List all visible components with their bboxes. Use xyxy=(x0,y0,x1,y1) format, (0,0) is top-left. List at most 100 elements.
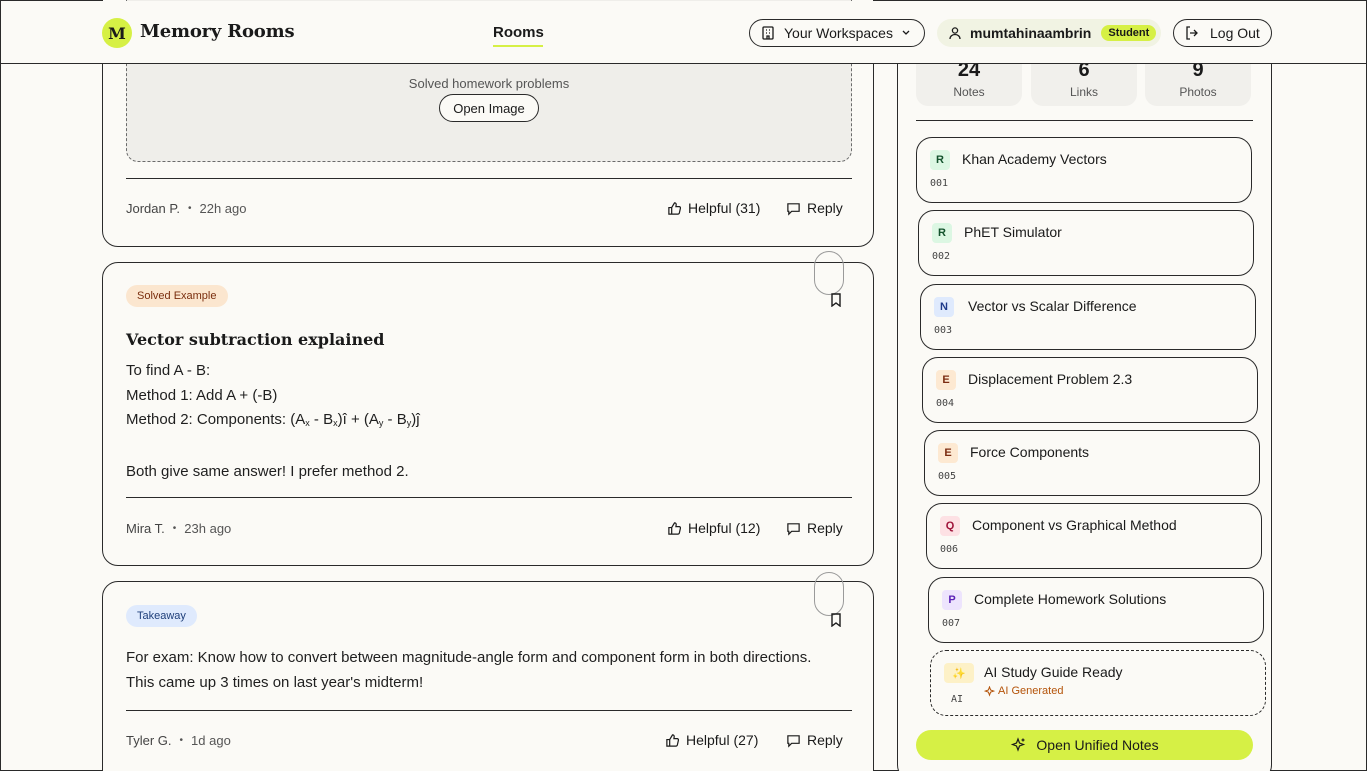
workspaces-dropdown[interactable]: Your Workspaces xyxy=(749,19,925,47)
source-number: 004 xyxy=(936,398,955,409)
unified-notes-label: Open Unified Notes xyxy=(1036,737,1159,753)
reply-button[interactable]: Reply xyxy=(786,520,843,536)
source-title: Khan Academy Vectors xyxy=(962,151,1107,167)
stat-label: Notes xyxy=(953,85,985,99)
post-card-solved-example: Solved Example Vector subtraction explai… xyxy=(102,251,874,566)
open-image-button[interactable]: Open Image xyxy=(439,94,539,122)
logo-icon[interactable]: M xyxy=(102,18,132,48)
source-title: Vector vs Scalar Difference xyxy=(968,298,1137,314)
helpful-label: Helpful (31) xyxy=(688,200,761,216)
active-tab-indicator xyxy=(493,45,543,47)
body-text: For exam: Know how to convert between ma… xyxy=(126,649,812,691)
room-sidebar: 24 Notes 6 Links 9 Photos R Khan Academy… xyxy=(897,41,1272,771)
role-badge: Student xyxy=(1101,25,1157,41)
post-author[interactable]: Tyler G. xyxy=(126,733,172,748)
thumbs-up-icon xyxy=(666,733,680,747)
post-meta: Mira T. • 23h ago xyxy=(126,521,231,536)
top-header: M Memory Rooms Rooms Your Workspaces mum… xyxy=(1,1,1366,64)
logout-icon xyxy=(1186,26,1198,40)
source-type-badge: N xyxy=(934,297,954,317)
reply-label: Reply xyxy=(807,732,843,748)
post-body: To find A - B: Method 1: Add A + (-B) Me… xyxy=(126,359,420,485)
separator-dot: • xyxy=(179,735,184,746)
helpful-button[interactable]: Helpful (12) xyxy=(667,520,760,536)
helpful-button[interactable]: Helpful (31) xyxy=(667,200,760,216)
app-name[interactable]: Memory Rooms xyxy=(140,21,295,42)
source-title: Complete Homework Solutions xyxy=(974,591,1167,607)
post-divider xyxy=(126,710,852,711)
bookmark-icon[interactable] xyxy=(830,293,842,307)
source-item-displacement[interactable]: E Displacement Problem 2.3 004 xyxy=(922,357,1258,423)
user-profile-pill[interactable]: mumtahinaambrin Student xyxy=(937,19,1161,47)
source-type-badge: E xyxy=(938,443,958,463)
source-item-khan-academy[interactable]: R Khan Academy Vectors 001 xyxy=(916,137,1252,203)
post-divider xyxy=(126,178,852,179)
source-type-badge: R xyxy=(932,223,952,243)
sparkle-icon xyxy=(984,685,995,697)
post-divider xyxy=(126,497,852,498)
post-body: For exam: Know how to convert between ma… xyxy=(126,646,826,695)
source-item-vector-scalar[interactable]: N Vector vs Scalar Difference 003 xyxy=(920,284,1256,350)
source-item-force-components[interactable]: E Force Components 005 xyxy=(924,430,1260,496)
logout-label: Log Out xyxy=(1210,25,1260,41)
source-title: Component vs Graphical Method xyxy=(972,517,1177,533)
source-item-homework-solutions[interactable]: P Complete Homework Solutions 007 xyxy=(928,577,1264,643)
post-card-takeaway: Takeaway For exam: Know how to convert b… xyxy=(102,572,874,771)
source-title: Force Components xyxy=(970,444,1090,460)
ai-generated-label: AI Generated xyxy=(984,685,1063,697)
source-number: 007 xyxy=(942,618,961,629)
reply-button[interactable]: Reply xyxy=(786,200,843,216)
source-item-ai-study-guide[interactable]: ✨ AI Study Guide Ready AI AI Generated xyxy=(930,650,1266,716)
post-meta: Jordan P. • 22h ago xyxy=(126,201,246,216)
source-item-phet[interactable]: R PhET Simulator 002 xyxy=(918,210,1254,276)
reply-label: Reply xyxy=(807,200,843,216)
post-tag: Takeaway xyxy=(126,605,197,627)
separator-dot: • xyxy=(172,523,177,534)
user-icon xyxy=(949,27,961,40)
post-author[interactable]: Mira T. xyxy=(126,521,165,536)
comment-icon xyxy=(787,522,800,536)
source-type-badge: E xyxy=(936,370,956,390)
body-line: Method 1: Add A + (-B) xyxy=(126,386,278,404)
drag-handle[interactable] xyxy=(814,572,844,616)
sparkle-icon xyxy=(1011,737,1026,752)
post-author[interactable]: Jordan P. xyxy=(126,201,180,216)
separator-dot: • xyxy=(187,203,192,214)
post-tag: Solved Example xyxy=(126,285,228,307)
reply-button[interactable]: Reply xyxy=(786,732,843,748)
body-line-components: Method 2: Components: (Ax - Bx)î + (Ay -… xyxy=(126,411,420,428)
source-number: 005 xyxy=(938,471,957,482)
sidebar-divider xyxy=(916,120,1253,121)
drag-handle[interactable] xyxy=(814,251,844,295)
post-time: 23h ago xyxy=(184,521,232,536)
source-type-badge: Q xyxy=(940,516,960,536)
source-title: Displacement Problem 2.3 xyxy=(968,371,1133,387)
source-number: 006 xyxy=(940,544,959,555)
stat-label: Links xyxy=(1069,85,1098,99)
helpful-label: Helpful (12) xyxy=(688,520,761,536)
post-time: 22h ago xyxy=(199,201,247,216)
source-type-badge: P xyxy=(942,590,962,610)
comment-icon xyxy=(787,202,800,216)
stat-label: Photos xyxy=(1179,85,1217,99)
logout-button[interactable]: Log Out xyxy=(1173,19,1272,47)
open-unified-notes-button[interactable]: Open Unified Notes xyxy=(916,730,1253,760)
helpful-button[interactable]: Helpful (27) xyxy=(665,732,758,748)
building-icon xyxy=(762,26,774,40)
thumbs-up-icon xyxy=(668,201,682,215)
source-title: AI Study Guide Ready xyxy=(984,664,1123,680)
thumbs-up-icon xyxy=(668,521,682,535)
username: mumtahinaambrin xyxy=(970,25,1092,41)
source-type-badge: R xyxy=(930,150,950,170)
bookmark-icon[interactable] xyxy=(830,613,842,627)
source-number: 003 xyxy=(934,325,953,336)
source-number: 002 xyxy=(932,251,951,262)
source-item-component-vs-graphical[interactable]: Q Component vs Graphical Method 006 xyxy=(926,503,1262,569)
chevron-down-icon xyxy=(902,30,910,35)
post-time: 1d ago xyxy=(191,733,231,748)
post-meta: Tyler G. • 1d ago xyxy=(126,733,231,748)
body-line: Both give same answer! I prefer method 2… xyxy=(126,463,409,480)
sparkle-icon: ✨ xyxy=(944,663,974,683)
source-number: AI xyxy=(951,694,964,705)
nav-rooms-tab[interactable]: Rooms xyxy=(493,24,544,41)
